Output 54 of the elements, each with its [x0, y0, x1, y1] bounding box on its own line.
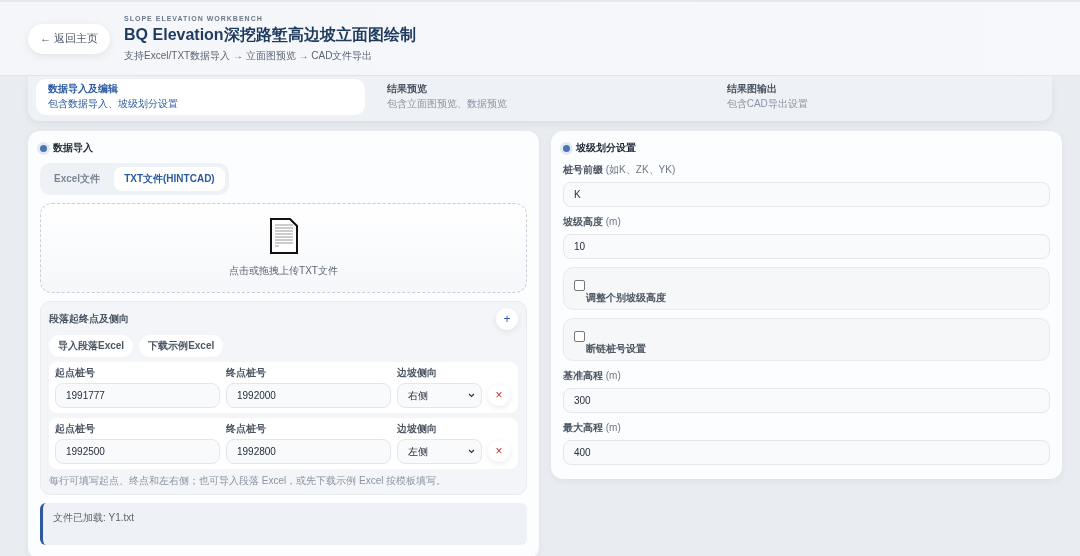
file-status: 文件已加载: Y1.txt [40, 503, 527, 545]
file-type-tab[interactable]: TXT文件(HINTCAD) [114, 167, 225, 191]
document-icon [268, 218, 299, 254]
page-title: BQ Elevation深挖路堑高边坡立面图绘制 [124, 24, 416, 45]
start-field[interactable]: 1992500 [55, 439, 220, 464]
back-button[interactable]: ← 返回主页 [28, 23, 111, 54]
step-title: 结果图输出 [726, 82, 778, 96]
field-label: 边坡侧向 [397, 366, 438, 380]
step-tab[interactable]: 结果图输出 包含CAD导出设置 [714, 79, 1044, 115]
step-description: 包含数据导入、坡级划分设置 [48, 97, 179, 111]
setting-field[interactable]: K [563, 182, 1050, 207]
side-select[interactable]: 左侧 [397, 439, 482, 464]
chevron-icon [468, 393, 475, 398]
start-field[interactable]: 1991777 [55, 383, 220, 408]
step-description: 包含立面图预览、数据预览 [387, 97, 509, 111]
checkbox[interactable] [574, 331, 585, 342]
field-label: 边坡侧向 [397, 422, 438, 436]
field-label: 最大高程 (m) [563, 421, 622, 435]
hint-text: 每行可填写起点、终点和左右侧；也可导入段落 Excel，或先下载示例 Excel 按模板填写。 [49, 474, 448, 488]
upload-dropzone[interactable]: 点击或拖拽上传TXT文件 [40, 203, 527, 293]
field-label: 基准高程 (m) [563, 369, 622, 383]
setting-field[interactable]: 300 [563, 388, 1050, 413]
remove-button[interactable]: × [488, 384, 510, 406]
page-subtitle: 支持Excel/TXT数据导入 → 立面图预览 → CAD文件导出 [124, 48, 374, 63]
setting-field[interactable]: 400 [563, 440, 1050, 465]
section-title: 段落起终点及侧向 [49, 312, 129, 326]
bullet-icon [40, 144, 47, 152]
field-label: 桩号前缀 (如K、ZK、YK) [563, 163, 677, 177]
end-field[interactable]: 1992000 [226, 383, 391, 408]
checkbox-label: 调整个别坡级高度 [586, 291, 667, 305]
panel-title: 坡级划分设置 [576, 141, 636, 155]
step-title: 结果预览 [387, 82, 429, 96]
checkbox[interactable] [574, 280, 585, 291]
step-description: 包含CAD导出设置 [726, 97, 809, 111]
dropzone-text: 点击或拖拽上传TXT文件 [229, 264, 338, 278]
setting-field[interactable]: 10 [563, 234, 1050, 259]
field-label: 起点桩号 [55, 366, 96, 380]
field-label: 坡级高度 (m) [563, 215, 622, 229]
excel-button[interactable]: 导入段落Excel [49, 335, 134, 357]
side-select[interactable]: 右侧 [397, 383, 482, 408]
bullet-icon [563, 144, 570, 152]
remove-button[interactable]: × [488, 440, 510, 462]
panel-title: 数据导入 [53, 141, 93, 155]
chevron-icon [468, 449, 475, 454]
step-title: 数据导入及编辑 [48, 82, 119, 96]
checkbox-label: 断链桩号设置 [586, 342, 647, 356]
add-button[interactable]: + [496, 308, 518, 330]
excel-button[interactable]: 下载示例Excel [139, 335, 224, 357]
step-tab[interactable]: 结果预览 包含立面图预览、数据预览 [375, 79, 705, 115]
field-label: 终点桩号 [226, 422, 267, 436]
end-field[interactable]: 1992800 [226, 439, 391, 464]
field-label: 起点桩号 [55, 422, 96, 436]
field-label: 终点桩号 [226, 366, 267, 380]
step-tab[interactable]: 数据导入及编辑 包含数据导入、坡级划分设置 [36, 79, 366, 115]
